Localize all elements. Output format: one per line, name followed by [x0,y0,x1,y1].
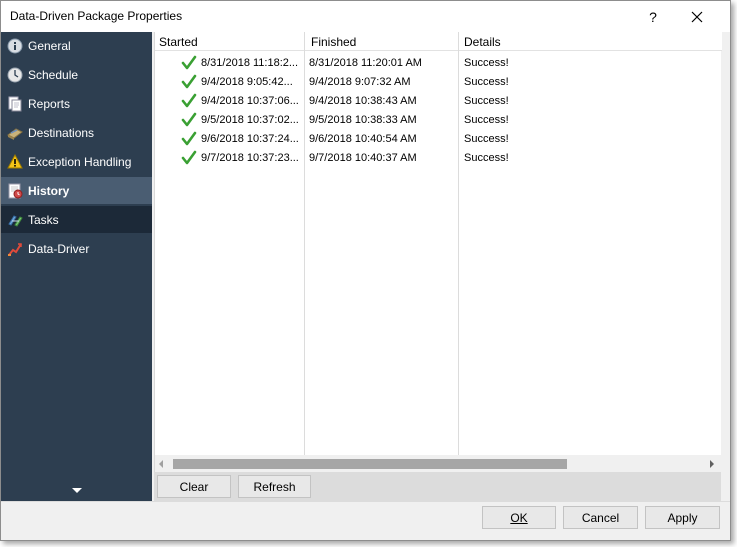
ok-label: OK [510,510,528,525]
help-button[interactable]: ? [631,1,675,32]
cell-finished: 9/7/2018 10:40:37 AM [309,152,417,164]
cancel-button[interactable]: Cancel [563,506,638,529]
success-check-icon [181,74,197,89]
sidebar-item-destinations[interactable]: Destinations [1,119,152,146]
apply-button[interactable]: Apply [645,506,720,529]
close-icon [691,11,703,22]
sidebar-item-label: General [28,39,71,53]
sidebar-item-label: Exception Handling [28,155,132,169]
cell-started: 9/4/2018 9:05:42... [201,76,293,88]
cell-finished: 9/4/2018 10:38:43 AM [309,95,417,107]
history-actions-bar: Clear Refresh [154,472,721,501]
cell-details: Success! [464,57,509,69]
clock-icon [7,67,23,83]
title-bar: Data-Driven Package Properties ? [1,1,730,32]
success-check-icon [181,112,197,127]
reports-icon [8,96,22,112]
table-row[interactable]: 9/4/2018 10:37:06... 9/4/2018 10:38:43 A… [155,92,722,111]
sidebar-item-label: History [28,184,70,198]
tasks-icon [8,215,23,227]
sidebar-scroll-down-icon[interactable] [72,488,82,493]
properties-dialog: Data-Driven Package Properties ? General… [0,0,731,541]
cell-finished: 9/5/2018 10:38:33 AM [309,114,417,126]
success-check-icon [181,131,197,146]
list-header: Started Finished Details [155,32,722,51]
ok-button[interactable]: OK [482,506,556,529]
table-row[interactable]: 9/6/2018 10:37:24... 9/6/2018 10:40:54 A… [155,130,722,149]
sidebar-item-data-driver[interactable]: Data-Driver [1,235,152,262]
sidebar-item-schedule[interactable]: Schedule [1,61,152,88]
cell-details: Success! [464,152,509,164]
success-check-icon [181,150,197,165]
sidebar-item-label: Schedule [28,68,79,82]
cell-details: Success! [464,133,509,145]
cell-started: 9/4/2018 10:37:06... [201,95,299,107]
window-title: Data-Driven Package Properties [10,9,183,23]
cell-details: Success! [464,114,509,126]
dialog-footer: OK Cancel Apply [1,501,730,540]
sidebar-item-label: Reports [28,97,71,111]
cell-started: 9/7/2018 10:37:23... [201,152,299,164]
history-icon [8,183,23,199]
horizontal-scrollbar[interactable] [155,455,722,472]
cell-started: 9/5/2018 10:37:02... [201,114,299,126]
history-list[interactable]: Started Finished Details 8/31/2018 11:18… [154,32,722,472]
column-header-finished[interactable]: Finished [311,35,356,49]
cell-details: Success! [464,76,509,88]
refresh-button[interactable]: Refresh [238,475,311,498]
table-row[interactable]: 9/7/2018 10:37:23... 9/7/2018 10:40:37 A… [155,149,722,168]
success-check-icon [181,55,197,70]
sidebar-item-tasks[interactable]: Tasks [1,206,152,233]
column-header-details[interactable]: Details [464,35,501,49]
cell-details: Success! [464,95,509,107]
scrollbar-thumb[interactable] [173,459,567,469]
warning-icon [7,154,23,169]
sidebar-item-reports[interactable]: Reports [1,90,152,117]
help-icon: ? [649,8,657,25]
sidebar-item-label: Tasks [28,213,59,227]
scroll-right-icon[interactable] [710,460,714,468]
cell-started: 9/6/2018 10:37:24... [201,133,299,145]
success-check-icon [181,93,197,108]
sidebar: General Schedule Reports Destinations Ex… [1,32,152,501]
cell-started: 8/31/2018 11:18:2... [201,57,299,69]
sidebar-item-history[interactable]: History [1,177,152,204]
clear-button[interactable]: Clear [157,475,231,498]
destinations-icon [7,128,23,140]
sidebar-item-label: Destinations [28,126,95,140]
cell-finished: 9/6/2018 10:40:54 AM [309,133,417,145]
table-row[interactable]: 9/4/2018 9:05:42... 9/4/2018 9:07:32 AM … [155,73,722,92]
table-row[interactable]: 8/31/2018 11:18:2... 8/31/2018 11:20:01 … [155,54,722,73]
cell-finished: 8/31/2018 11:20:01 AM [309,57,422,69]
sidebar-item-general[interactable]: General [1,32,152,59]
data-driver-icon [8,243,22,256]
cell-finished: 9/4/2018 9:07:32 AM [309,76,411,88]
scroll-left-icon[interactable] [159,460,163,468]
info-icon [7,38,23,54]
table-row[interactable]: 9/5/2018 10:37:02... 9/5/2018 10:38:33 A… [155,111,722,130]
column-header-started[interactable]: Started [159,35,198,49]
close-button[interactable] [675,1,719,32]
sidebar-item-label: Data-Driver [28,242,90,256]
sidebar-item-exception-handling[interactable]: Exception Handling [1,148,152,175]
